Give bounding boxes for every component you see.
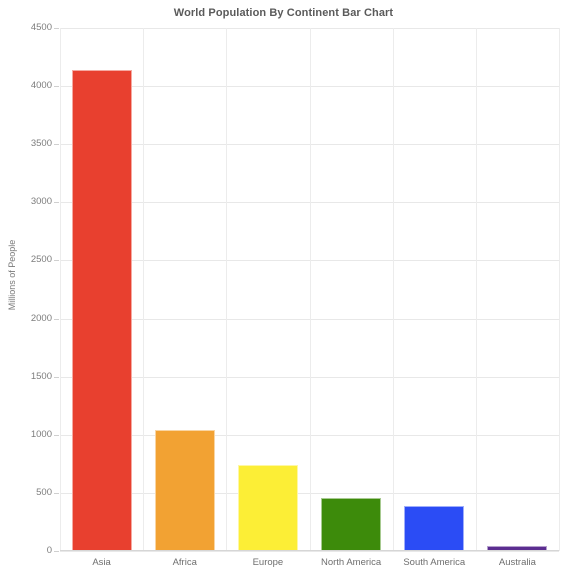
bar-africa[interactable]	[154, 430, 215, 551]
y-axis-tick-label: 3500	[30, 138, 52, 150]
x-axis-label-north-america: North America	[320, 557, 382, 568]
y-axis-tick-mark	[54, 318, 59, 320]
x-axis-label-south-america: South America	[403, 557, 466, 568]
gridline-vertical	[310, 28, 311, 551]
y-axis-tick-label: 3000	[30, 196, 52, 208]
y-axis-tick-label: 0	[46, 545, 52, 556]
plot-area	[60, 28, 560, 552]
gridline-vertical	[60, 28, 61, 551]
gridline-vertical	[226, 28, 227, 551]
y-axis-tick-label: 4500	[30, 22, 52, 33]
x-axis-label-europe: Europe	[252, 557, 284, 568]
bar-asia[interactable]	[71, 69, 132, 551]
bar-south-america[interactable]	[404, 505, 465, 551]
y-axis-tick-mark	[54, 260, 59, 262]
y-axis-tick-mark	[54, 434, 59, 436]
bar-chart: World Population By Continent Bar Chart …	[0, 0, 567, 579]
x-axis-label-australia: Australia	[498, 557, 536, 568]
y-axis-tick-label: 2000	[30, 312, 52, 324]
gridline-vertical	[476, 28, 477, 551]
chart-title: World Population By Continent Bar Chart	[173, 7, 394, 19]
y-axis-tick-mark	[54, 202, 59, 204]
bar-europe[interactable]	[237, 465, 298, 551]
x-axis-label-africa: Africa	[172, 557, 197, 568]
y-axis-tick-mark	[54, 144, 59, 146]
gridline-vertical	[143, 28, 144, 551]
y-axis-tick-mark	[54, 376, 59, 378]
bar-north-america[interactable]	[321, 497, 382, 551]
gridline-vertical	[559, 28, 560, 551]
gridline-vertical	[393, 28, 394, 551]
y-axis-tick-label: 4000	[30, 80, 52, 92]
y-axis-tick-mark	[54, 551, 59, 552]
y-axis-tick-mark	[54, 86, 59, 88]
y-axis-tick-label: 1500	[30, 370, 52, 382]
gridline-horizontal	[60, 551, 559, 552]
y-axis-tick-mark	[54, 492, 59, 494]
y-axis-tick-mark	[54, 28, 59, 29]
y-axis-tick-label: 2500	[30, 254, 52, 266]
x-axis-label-asia: Asia	[92, 557, 111, 568]
y-axis-tick-label: 1000	[30, 428, 52, 440]
y-axis-tick-label: 500	[36, 486, 52, 498]
x-axis-line	[60, 550, 559, 551]
